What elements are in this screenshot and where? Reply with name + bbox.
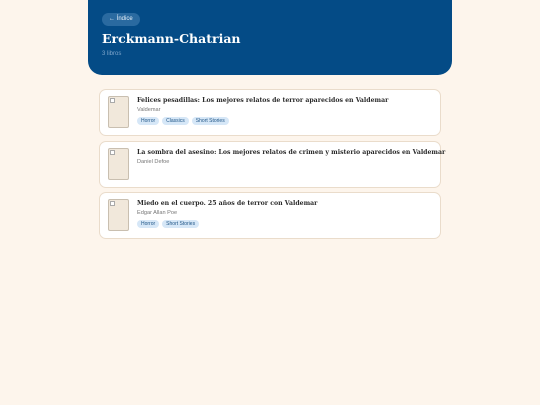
book-author: Daniel Defoe xyxy=(137,158,170,165)
book-title: Felices pesadillas: Los mejores relatos … xyxy=(137,97,389,104)
book-list: Felices pesadillas: Los mejores relatos … xyxy=(99,89,446,244)
book-card[interactable]: Miedo en el cuerpo. 25 años de terror co… xyxy=(99,192,441,239)
broken-image-icon xyxy=(110,149,115,155)
book-card[interactable]: Felices pesadillas: Los mejores relatos … xyxy=(99,89,441,136)
book-title: Miedo en el cuerpo. 25 años de terror co… xyxy=(137,200,318,207)
book-title: La sombra del asesino: Los mejores relat… xyxy=(137,148,446,156)
broken-image-icon xyxy=(110,201,115,206)
tag-short-stories[interactable]: Short Stories xyxy=(162,220,200,228)
tag-horror[interactable]: Horror xyxy=(137,220,160,228)
broken-image-icon xyxy=(110,98,115,103)
book-card[interactable]: La sombra del asesino: Los mejores relat… xyxy=(99,140,446,188)
book-cover-image xyxy=(108,199,129,231)
back-to-index-button[interactable]: ← Índice xyxy=(102,13,140,26)
tag-list: Horror Classics Short Stories xyxy=(137,117,229,125)
tag-horror[interactable]: Horror xyxy=(137,117,160,125)
header-banner: ← Índice Erckmann-Chatrian 3 libros xyxy=(88,0,452,75)
book-cover-image xyxy=(108,96,129,128)
book-count: 3 libros xyxy=(102,51,122,57)
page-title: Erckmann-Chatrian xyxy=(102,31,241,46)
book-author: Valdemar xyxy=(137,107,161,113)
tag-short-stories[interactable]: Short Stories xyxy=(191,117,229,125)
book-cover-image xyxy=(108,147,129,180)
tag-classics[interactable]: Classics xyxy=(162,117,189,125)
book-author: Edgar Allan Poe xyxy=(137,210,178,216)
tag-list: Horror Short Stories xyxy=(137,220,200,228)
